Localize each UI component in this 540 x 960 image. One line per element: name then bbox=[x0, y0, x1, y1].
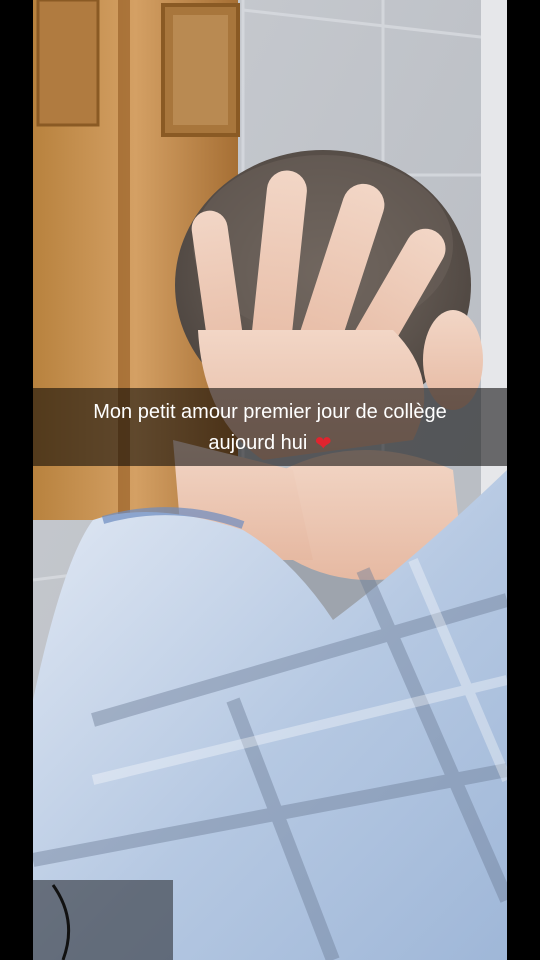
caption-text: Mon petit amour premier jour de collège … bbox=[93, 400, 447, 454]
photo-illustration bbox=[33, 0, 507, 960]
snap-caption: Mon petit amour premier jour de collège … bbox=[51, 397, 489, 458]
snap-viewer[interactable]: Mon petit amour premier jour de collège … bbox=[0, 0, 540, 960]
snap-caption-bar[interactable]: Mon petit amour premier jour de collège … bbox=[33, 388, 507, 466]
heart-emoji-icon: ❤ bbox=[314, 430, 332, 455]
snap-photo[interactable] bbox=[33, 0, 507, 960]
